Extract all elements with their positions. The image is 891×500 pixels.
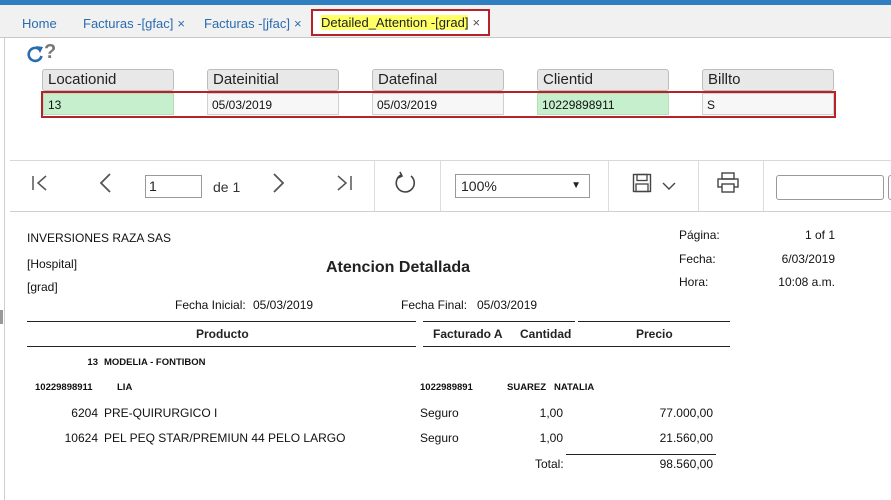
- total-rule: [566, 454, 716, 455]
- print-icon[interactable]: [717, 172, 739, 193]
- report-subheader-2: [grad]: [27, 280, 58, 294]
- param-label-dateinitial: Dateinitial: [207, 69, 339, 91]
- next-page-icon[interactable]: [272, 173, 286, 193]
- tab-home[interactable]: Home: [22, 10, 57, 37]
- row-cantidad: 1,00: [539, 406, 563, 420]
- page-label: Página:: [679, 228, 720, 242]
- report-subheader-1: [Hospital]: [27, 257, 78, 271]
- location-code: 13: [87, 357, 98, 368]
- tab-label: Facturas -[gfac]: [83, 16, 174, 31]
- date-value: 6/03/2019: [781, 252, 835, 266]
- previous-page-icon[interactable]: [98, 173, 112, 193]
- save-icon[interactable]: [632, 173, 652, 193]
- tab-label: Detailed_Attention -[grad]: [321, 15, 469, 30]
- row-facturado: Seguro: [420, 406, 459, 420]
- fecha-final-value: 05/03/2019: [477, 298, 538, 312]
- chevron-down-icon[interactable]: [662, 181, 676, 191]
- row-precio: 21.560,00: [659, 431, 713, 445]
- page-value: 1 of 1: [804, 228, 835, 242]
- row-facturado: Seguro: [420, 431, 459, 445]
- column-header-producto: Producto: [196, 327, 249, 341]
- find-text-input[interactable]: [776, 175, 884, 200]
- first-page-icon[interactable]: [31, 175, 49, 191]
- close-icon[interactable]: ×: [177, 16, 185, 31]
- tab-facturas-jfac[interactable]: Facturas -[jfac] ×: [204, 10, 302, 37]
- row-precio: 77.000,00: [659, 406, 713, 420]
- row-description: PEL PEQ STAR/PREMIUN 44 PELO LARGO: [104, 431, 346, 445]
- toolbar-divider: [608, 161, 609, 211]
- tab-detailed-attention[interactable]: Detailed_Attention -[grad] ×: [311, 9, 491, 36]
- row-description: PRE-QUIRURGICO I: [104, 406, 218, 420]
- billed-id: 1022989891: [420, 382, 473, 393]
- param-label-datefinal: Datefinal: [372, 69, 504, 91]
- toolbar-divider: [374, 161, 375, 211]
- param-input-locationid[interactable]: 13: [43, 93, 174, 115]
- column-header-cantidad: Cantidad: [520, 327, 572, 341]
- header-rule: [27, 321, 416, 322]
- column-header-precio: Precio: [636, 327, 673, 341]
- billed-name: SUAREZ NATALIA: [507, 382, 595, 393]
- toolbar-bottom-border: [10, 211, 891, 212]
- company-name: INVERSIONES RAZA SAS: [27, 231, 172, 245]
- last-page-icon[interactable]: [335, 175, 353, 191]
- close-icon[interactable]: ×: [294, 16, 302, 31]
- time-value: 10:08 a.m.: [778, 275, 835, 289]
- row-code: 6204: [71, 406, 98, 420]
- toolbar-divider: [440, 161, 441, 211]
- column-header-facturado: Facturado A: [433, 327, 503, 341]
- toolbar-divider: [763, 161, 764, 211]
- header-rule: [423, 321, 575, 322]
- client-id: 10229898911: [35, 382, 93, 393]
- param-input-dateinitial[interactable]: 05/03/2019: [207, 93, 339, 115]
- param-label-billto: Billto: [702, 69, 834, 91]
- time-label: Hora:: [679, 275, 709, 289]
- header-rule: [423, 346, 730, 347]
- close-icon[interactable]: ×: [472, 15, 480, 30]
- toolbar-divider: [698, 161, 699, 211]
- left-divider: [4, 38, 5, 500]
- param-label-locationid: Locationid: [42, 69, 174, 91]
- splitter-handle[interactable]: [0, 310, 3, 324]
- location-name: MODELIA - FONTIBON: [104, 357, 206, 368]
- report-toolbar: [10, 161, 891, 211]
- tab-strip: Home Facturas -[gfac] × Facturas -[jfac] ×…: [0, 5, 891, 38]
- reload-report-icon[interactable]: [394, 171, 418, 195]
- row-cantidad: 1,00: [539, 431, 563, 445]
- help-icon[interactable]: ?: [44, 41, 56, 64]
- chevron-down-icon: ▼: [571, 180, 581, 191]
- header-rule: [27, 346, 416, 347]
- param-input-billto[interactable]: S: [702, 93, 834, 115]
- page-number-input[interactable]: 1: [145, 175, 202, 198]
- tab-facturas-gfac[interactable]: Facturas -[gfac] ×: [83, 10, 185, 37]
- fecha-inicial-value: 05/03/2019: [253, 298, 314, 312]
- param-input-datefinal[interactable]: 05/03/2019: [372, 93, 504, 115]
- header-rule: [578, 321, 730, 322]
- row-code: 10624: [64, 431, 98, 445]
- fecha-inicial-label: Fecha Inicial:: [175, 298, 246, 312]
- date-label: Fecha:: [679, 252, 716, 266]
- total-value: 98.560,00: [659, 457, 713, 471]
- report-title: Atencion Detallada: [326, 259, 471, 276]
- zoom-select[interactable]: 100% ▼: [455, 174, 590, 198]
- param-input-clientid[interactable]: 10229898911: [537, 93, 669, 115]
- tab-label: Home: [22, 16, 57, 31]
- client-name: LIA: [117, 382, 133, 393]
- page-count-label: de 1: [213, 179, 241, 195]
- total-label: Total:: [535, 457, 564, 471]
- param-label-clientid: Clientid: [537, 69, 669, 91]
- tab-label: Facturas -[jfac]: [204, 16, 290, 31]
- fecha-final-label: Fecha Final:: [401, 298, 468, 312]
- zoom-value: 100%: [461, 178, 497, 194]
- refresh-icon[interactable]: [26, 45, 44, 63]
